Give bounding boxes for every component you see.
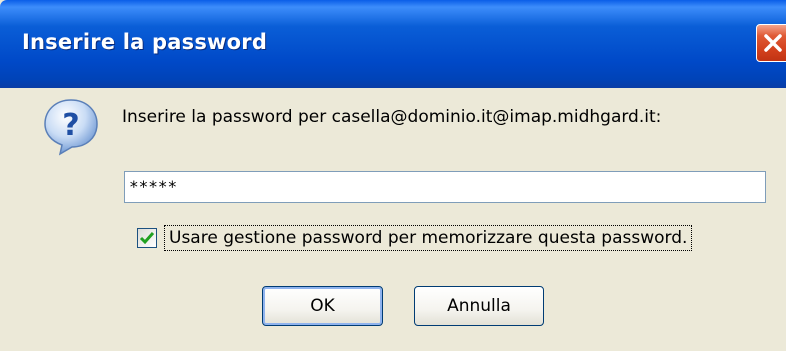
password-prompt: Inserire la password per casella@dominio… [122,107,662,127]
close-button[interactable] [756,24,786,62]
window-title: Inserire la password [22,30,268,54]
ok-button[interactable]: OK [262,286,383,326]
dialog-body [0,88,786,351]
title-bar: Inserire la password [0,0,786,88]
password-input[interactable]: ***** [124,171,766,203]
remember-password-label[interactable]: Usare gestione password per memorizzare … [164,225,693,251]
close-icon [764,34,782,52]
svg-text:?: ? [62,108,79,143]
cancel-button[interactable]: Annulla [414,286,544,326]
question-icon: ? [44,99,98,156]
remember-password-checkbox[interactable] [137,228,157,248]
checkmark-icon [139,232,155,245]
